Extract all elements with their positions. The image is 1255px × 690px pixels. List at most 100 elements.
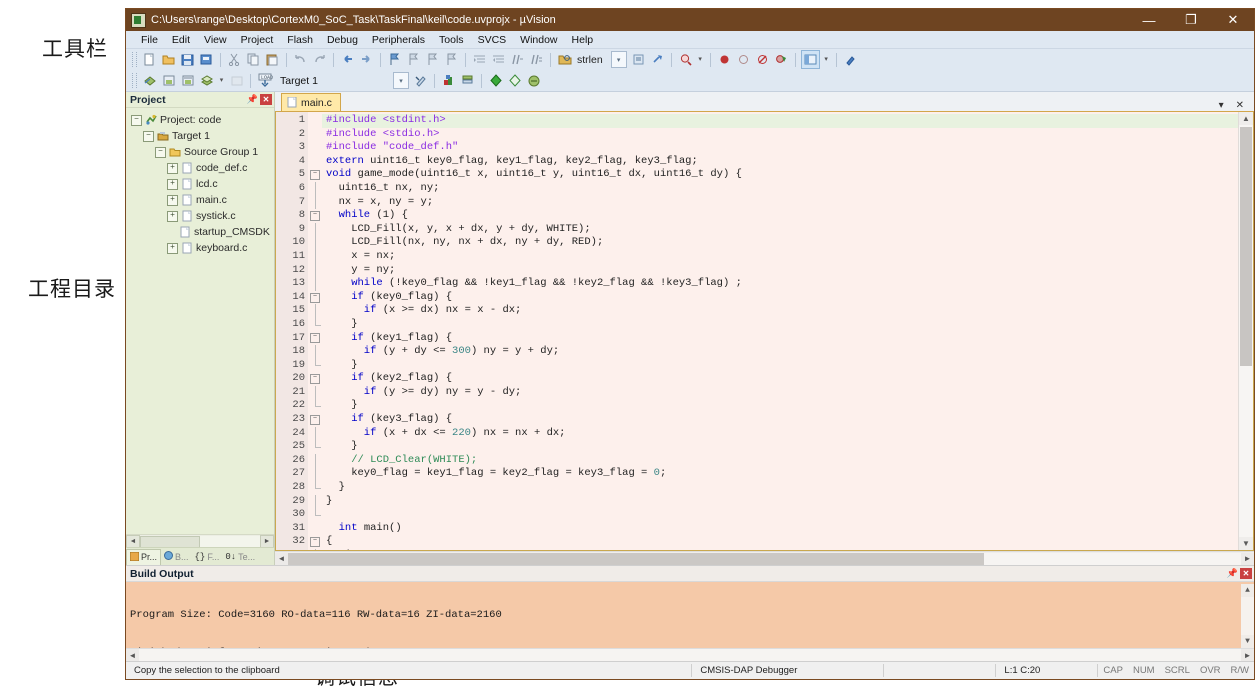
menu-item-file[interactable]: File bbox=[134, 34, 165, 46]
close-icon[interactable]: ✕ bbox=[1240, 568, 1252, 579]
window-layout-dropdown-icon[interactable]: ▾ bbox=[822, 51, 831, 68]
code-line[interactable]: } bbox=[322, 495, 1238, 509]
build-output-body[interactable]: Program Size: Code=3160 RO-data=116 RW-d… bbox=[126, 582, 1254, 648]
disable-breakpoint-icon[interactable] bbox=[735, 51, 752, 68]
fold-toggle-icon[interactable]: − bbox=[308, 372, 322, 386]
code-line[interactable]: nx = x, ny = y; bbox=[322, 196, 1238, 210]
tree-node-startup-cmsdk[interactable]: startup_CMSDK bbox=[126, 224, 274, 240]
scroll-track[interactable] bbox=[139, 649, 1241, 661]
code-line[interactable]: key0_flag = key1_flag = key2_flag = key3… bbox=[322, 467, 1238, 481]
rebuild-icon[interactable] bbox=[179, 72, 196, 89]
target-dropdown-icon[interactable]: ▾ bbox=[393, 72, 409, 89]
scroll-left-arrow-icon[interactable]: ◄ bbox=[126, 535, 140, 548]
menu-item-help[interactable]: Help bbox=[565, 34, 601, 46]
scroll-track[interactable] bbox=[1241, 597, 1254, 635]
bookmark-next-icon[interactable] bbox=[424, 51, 441, 68]
manage-project-items-icon[interactable] bbox=[459, 72, 476, 89]
find-combo-dropdown-icon[interactable]: ▾ bbox=[611, 51, 627, 68]
stop-build-icon[interactable] bbox=[228, 72, 245, 89]
code-line[interactable]: if (key0_flag) { bbox=[322, 291, 1238, 305]
navigate-forward-icon[interactable] bbox=[358, 51, 375, 68]
code-line[interactable]: if (key1_flag) { bbox=[322, 332, 1238, 346]
find-dropdown-icon[interactable]: ▾ bbox=[696, 51, 705, 68]
code-line[interactable]: y = ny; bbox=[322, 264, 1238, 278]
start-debug-icon[interactable] bbox=[487, 72, 504, 89]
scroll-track[interactable] bbox=[140, 536, 260, 547]
code-line[interactable]: } bbox=[322, 359, 1238, 373]
scroll-right-arrow-icon[interactable]: ► bbox=[1241, 553, 1254, 565]
code-line[interactable]: if (y >= dy) ny = y - dy; bbox=[322, 386, 1238, 400]
new-file-icon[interactable] bbox=[141, 51, 158, 68]
save-icon[interactable] bbox=[179, 51, 196, 68]
find-in-files-icon[interactable] bbox=[556, 51, 573, 68]
tree-node-lcd-c[interactable]: + lcd.c bbox=[126, 176, 274, 192]
code-line[interactable]: LCD_Fill(nx, ny, nx + dx, ny + dy, RED); bbox=[322, 236, 1238, 250]
cut-icon[interactable] bbox=[226, 51, 243, 68]
undo-icon[interactable] bbox=[292, 51, 309, 68]
code-horizontal-scrollbar[interactable]: ◄ ► bbox=[275, 551, 1254, 565]
code-line[interactable]: } bbox=[322, 481, 1238, 495]
code-line[interactable]: } bbox=[322, 440, 1238, 454]
code-line[interactable]: int main() bbox=[322, 522, 1238, 536]
tab-functions[interactable]: {} F... bbox=[192, 549, 223, 564]
toolbar-grip[interactable] bbox=[132, 52, 137, 67]
code-line[interactable]: while (!key0_flag && !key1_flag && !key2… bbox=[322, 277, 1238, 291]
fold-toggle-icon[interactable]: − bbox=[308, 209, 322, 223]
scroll-down-arrow-icon[interactable]: ▼ bbox=[1241, 635, 1254, 648]
code-line[interactable]: void game_mode(uint16_t x, uint16_t y, u… bbox=[322, 168, 1238, 182]
code-line[interactable]: while (1) { bbox=[322, 209, 1238, 223]
find-icon[interactable] bbox=[677, 51, 694, 68]
scroll-up-arrow-icon[interactable]: ▲ bbox=[1239, 112, 1253, 125]
project-horizontal-scrollbar[interactable]: ◄ ► bbox=[126, 534, 274, 547]
batch-build-dropdown-icon[interactable]: ▾ bbox=[217, 72, 226, 89]
expander-icon[interactable]: + bbox=[167, 195, 178, 206]
toolbar-grip[interactable] bbox=[132, 73, 137, 88]
code-vertical-scrollbar[interactable]: ▲ ▼ bbox=[1238, 112, 1253, 550]
scroll-down-arrow-icon[interactable]: ▼ bbox=[1239, 537, 1253, 550]
menu-item-peripherals[interactable]: Peripherals bbox=[365, 34, 432, 46]
fold-toggle-icon[interactable]: − bbox=[308, 413, 322, 427]
build-horizontal-scrollbar[interactable]: ◄ ► bbox=[126, 648, 1254, 661]
scroll-left-arrow-icon[interactable]: ◄ bbox=[275, 553, 288, 565]
scroll-left-arrow-icon[interactable]: ◄ bbox=[126, 649, 139, 661]
code-line[interactable]: x = nx; bbox=[322, 250, 1238, 264]
code-line[interactable] bbox=[322, 508, 1238, 522]
comment-icon[interactable] bbox=[509, 51, 526, 68]
scroll-thumb[interactable] bbox=[288, 553, 984, 565]
menu-item-edit[interactable]: Edit bbox=[165, 34, 197, 46]
minimize-button[interactable]: — bbox=[1128, 9, 1170, 31]
fold-toggle-icon[interactable]: − bbox=[308, 291, 322, 305]
pin-icon[interactable]: 📌 bbox=[247, 94, 258, 105]
tree-node-source-group[interactable]: − Source Group 1 bbox=[126, 144, 274, 160]
code-line[interactable]: #include <stdint.h> bbox=[322, 114, 1238, 128]
scroll-track[interactable] bbox=[288, 553, 1241, 565]
indent-icon[interactable] bbox=[471, 51, 488, 68]
fold-toggle-icon[interactable]: − bbox=[308, 168, 322, 182]
code-line[interactable]: if (x >= dx) nx = x - dx; bbox=[322, 304, 1238, 318]
code-folding-column[interactable]: −−−−−−− bbox=[308, 112, 322, 550]
close-icon[interactable]: ✕ bbox=[260, 94, 272, 105]
expander-icon[interactable]: − bbox=[155, 147, 166, 158]
code-text[interactable]: #include <stdint.h>#include <stdio.h>#in… bbox=[322, 112, 1238, 550]
tab-books[interactable]: B... bbox=[161, 549, 192, 564]
outdent-icon[interactable] bbox=[490, 51, 507, 68]
code-line[interactable]: uint16_t x, y; bbox=[322, 549, 1238, 550]
bookmark-prev-icon[interactable] bbox=[405, 51, 422, 68]
code-line[interactable]: #include <stdio.h> bbox=[322, 128, 1238, 142]
tab-templates[interactable]: 0↓ Te... bbox=[222, 549, 258, 564]
insert-breakpoint-icon[interactable] bbox=[716, 51, 733, 68]
code-line[interactable]: #include "code_def.h" bbox=[322, 141, 1238, 155]
translate-icon[interactable] bbox=[141, 72, 158, 89]
tree-node-main-c[interactable]: + main.c bbox=[126, 192, 274, 208]
tree-node-target[interactable]: − Target 1 bbox=[126, 128, 274, 144]
document-tab-main-c[interactable]: main.c bbox=[281, 93, 341, 111]
build-vertical-scrollbar[interactable]: ▲ ▼ bbox=[1241, 584, 1254, 648]
code-line[interactable]: uint16_t nx, ny; bbox=[322, 182, 1238, 196]
target-selector[interactable]: Target 1 bbox=[274, 75, 391, 87]
close-button[interactable]: ✕ bbox=[1212, 9, 1254, 31]
redo-icon[interactable] bbox=[311, 51, 328, 68]
scroll-right-arrow-icon[interactable]: ► bbox=[1241, 649, 1254, 661]
tree-node-code-def-c[interactable]: + code_def.c bbox=[126, 160, 274, 176]
code-line[interactable]: } bbox=[322, 399, 1238, 413]
expander-icon[interactable]: + bbox=[167, 163, 178, 174]
